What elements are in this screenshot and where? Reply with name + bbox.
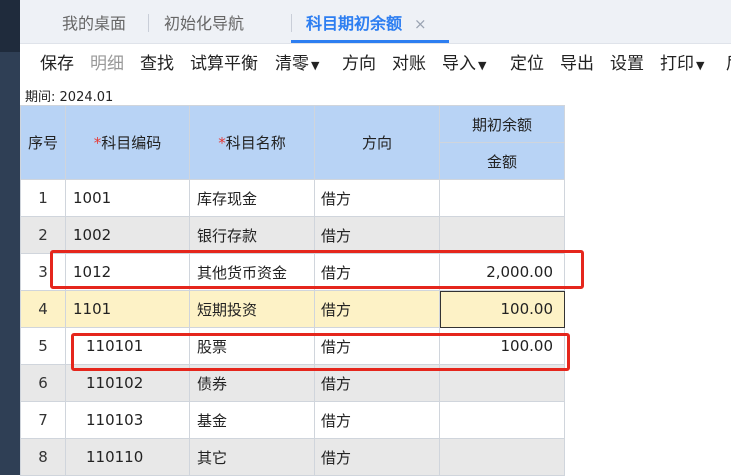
chevron-down-icon: ▼ — [311, 59, 320, 72]
table-row[interactable]: 7 110103 基金 借方 — [20, 401, 565, 439]
tab-my-desktop[interactable]: 我的桌面 — [62, 0, 126, 43]
toolbar: 保存 明细 查找 试算平衡 清零 ▼ 方向 对账 导入 ▼ 定位 导出 设置 打印 ▼… — [20, 44, 731, 84]
row-index: 2 — [20, 216, 66, 254]
header-account-name-label: 科目名称 — [225, 134, 286, 152]
row-index: 4 — [20, 290, 66, 328]
table-row[interactable]: 6 110102 债券 借方 — [20, 364, 565, 402]
row-index: 8 — [20, 438, 66, 476]
account-code-cell[interactable]: 110101 — [65, 327, 190, 365]
left-nav-top — [0, 0, 20, 52]
table-row[interactable]: 3 1012 其他货币资金 借方 2,000.00 — [20, 253, 565, 291]
account-name-cell[interactable]: 其他货币资金 — [189, 253, 315, 291]
header-account-name[interactable]: *科目名称 — [189, 105, 315, 180]
more-button[interactable]: 后 — [726, 44, 731, 84]
import-dropdown[interactable]: 导入 ▼ — [442, 44, 486, 84]
amount-cell[interactable] — [439, 179, 565, 217]
header-account-code-label: 科目编码 — [101, 134, 162, 152]
amount-cell[interactable] — [439, 216, 565, 254]
direction-cell[interactable]: 借方 — [314, 290, 440, 328]
chevron-down-icon: ▼ — [478, 59, 487, 72]
table-row[interactable]: 2 1002 银行存款 借方 — [20, 216, 565, 254]
account-name-cell[interactable]: 银行存款 — [189, 216, 315, 254]
account-name-cell[interactable]: 基金 — [189, 401, 315, 439]
account-code-cell[interactable]: 1001 — [65, 179, 190, 217]
table-row[interactable]: 1 1001 库存现金 借方 — [20, 179, 565, 217]
account-code-cell[interactable]: 1012 — [65, 253, 190, 291]
chevron-down-icon: ▼ — [696, 59, 705, 72]
tab-separator — [148, 14, 149, 32]
trial-balance-button[interactable]: 试算平衡 — [190, 44, 258, 84]
tab-bar: 我的桌面 初始化导航 科目期初余额 × — [20, 0, 731, 44]
amount-cell[interactable] — [439, 364, 565, 402]
amount-cell[interactable] — [439, 401, 565, 439]
save-button[interactable]: 保存 — [40, 44, 74, 84]
close-icon[interactable]: × — [414, 15, 427, 33]
header-opening-balance: 期初余额 — [439, 105, 565, 143]
direction-cell[interactable]: 借方 — [314, 364, 440, 402]
tab-init-guide[interactable]: 初始化导航 — [164, 0, 244, 43]
period-value: 2024.01 — [59, 90, 114, 105]
detail-button[interactable]: 明细 — [90, 44, 124, 84]
direction-cell[interactable]: 借方 — [314, 401, 440, 439]
required-mark: * — [218, 134, 226, 152]
opening-balance-grid: 序号 *科目编码 *科目名称 方向 期初余额 金额 1 1001 库存现金 借方… — [20, 105, 565, 476]
settings-button[interactable]: 设置 — [610, 44, 644, 84]
period-label: 期间: — [25, 90, 56, 105]
print-dropdown[interactable]: 打印 ▼ — [660, 44, 704, 84]
account-code-cell[interactable]: 110102 — [65, 364, 190, 402]
print-label: 打印 — [660, 54, 694, 74]
clear-label: 清零 — [275, 54, 309, 74]
direction-cell[interactable]: 借方 — [314, 253, 440, 291]
export-button[interactable]: 导出 — [560, 44, 594, 84]
account-code-cell[interactable]: 110110 — [65, 438, 190, 476]
account-name-cell[interactable]: 短期投资 — [189, 290, 315, 328]
account-code-cell[interactable]: 1002 — [65, 216, 190, 254]
table-row[interactable]: 5 110101 股票 借方 100.00 — [20, 327, 565, 365]
account-code-cell[interactable]: 1101 — [65, 290, 190, 328]
row-index: 5 — [20, 327, 66, 365]
header-amount[interactable]: 金额 — [439, 142, 565, 180]
direction-cell[interactable]: 借方 — [314, 438, 440, 476]
find-button[interactable]: 查找 — [140, 44, 174, 84]
active-tab-indicator — [291, 40, 449, 43]
tab-opening-balance-label: 科目期初余额 — [306, 14, 403, 33]
amount-cell[interactable] — [439, 438, 565, 476]
period-indicator: 期间: 2024.01 — [25, 86, 113, 105]
direction-cell[interactable]: 借方 — [314, 327, 440, 365]
account-code-cell[interactable]: 110103 — [65, 401, 190, 439]
table-row-selected[interactable]: 4 1101 短期投资 借方 100.00 — [20, 290, 565, 328]
row-index: 6 — [20, 364, 66, 402]
left-nav-strip — [0, 0, 20, 475]
tab-separator — [291, 14, 292, 32]
amount-cell-focused[interactable]: 100.00 — [439, 290, 565, 328]
row-index: 3 — [20, 253, 66, 291]
direction-cell[interactable]: 借方 — [314, 216, 440, 254]
amount-cell[interactable]: 100.00 — [439, 327, 565, 365]
table-row[interactable]: 8 110110 其它 借方 — [20, 438, 565, 476]
header-index: 序号 — [20, 105, 66, 180]
clear-dropdown[interactable]: 清零 ▼ — [275, 44, 319, 84]
account-name-cell[interactable]: 其它 — [189, 438, 315, 476]
header-direction[interactable]: 方向 — [314, 105, 440, 180]
direction-cell[interactable]: 借方 — [314, 179, 440, 217]
row-index: 7 — [20, 401, 66, 439]
row-index: 1 — [20, 179, 66, 217]
reconcile-button[interactable]: 对账 — [392, 44, 426, 84]
header-account-code[interactable]: *科目编码 — [65, 105, 190, 180]
locate-button[interactable]: 定位 — [510, 44, 544, 84]
import-label: 导入 — [442, 54, 476, 74]
account-name-cell[interactable]: 库存现金 — [189, 179, 315, 217]
direction-button[interactable]: 方向 — [342, 44, 376, 84]
account-name-cell[interactable]: 债券 — [189, 364, 315, 402]
tab-opening-balance[interactable]: 科目期初余额 × — [291, 0, 449, 43]
account-name-cell[interactable]: 股票 — [189, 327, 315, 365]
amount-cell[interactable]: 2,000.00 — [439, 253, 565, 291]
